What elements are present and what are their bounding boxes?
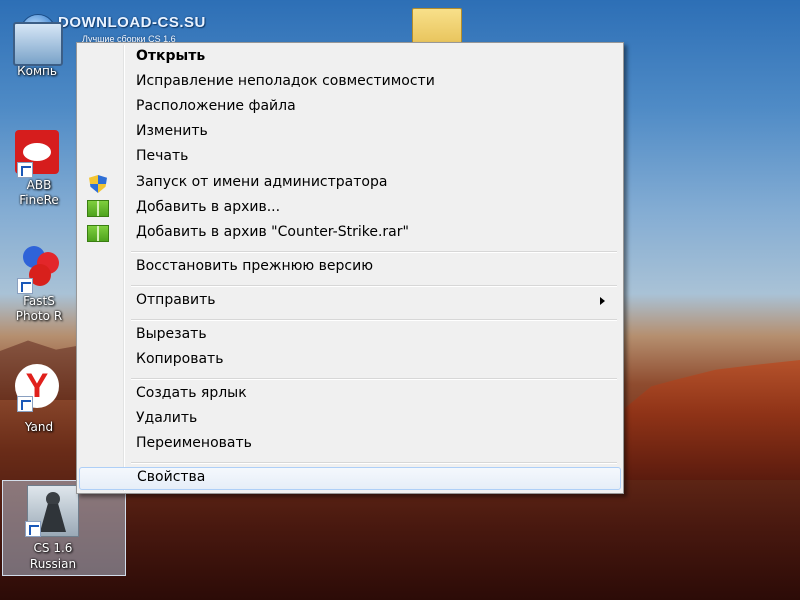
menu-item-label: Печать [136, 148, 189, 164]
menu-item-label: Запуск от имени администратора [136, 174, 388, 190]
menu-item-label: Вырезать [136, 326, 207, 342]
menu-item-properties[interactable]: Свойства [79, 467, 621, 490]
menu-item-label: Копировать [136, 351, 224, 367]
menu-item-label: Отправить [136, 292, 216, 308]
watermark-title: DOWNLOAD-CS.SU [58, 14, 206, 31]
menu-item-print[interactable]: Печать [79, 146, 621, 169]
faststone-icon [15, 246, 63, 294]
desktop-icon-label-2: Photo R [15, 309, 63, 323]
menu-item-send-to[interactable]: Отправить [79, 290, 621, 313]
uac-shield-icon [89, 175, 107, 193]
menu-item-label: Удалить [136, 410, 198, 426]
shortcut-arrow-icon [25, 521, 41, 537]
context-menu: Открыть Исправление неполадок совместимо… [76, 42, 624, 494]
menu-item-label: Свойства [137, 469, 206, 485]
desktop-icon-label-2: Russian [29, 557, 77, 571]
menu-item-label: Добавить в архив... [136, 199, 281, 215]
desktop-icon-counter-strike[interactable]: CS 1.6 Russian [2, 480, 126, 576]
menu-item-label: Создать ярлык [136, 385, 247, 401]
menu-item-open[interactable]: Открыть [79, 46, 621, 69]
desktop-icon-yandex[interactable]: Y Yand [2, 364, 76, 435]
desktop[interactable]: DOWNLOAD-CS.SU Лучшие сборки CS 1.6 Комп… [0, 0, 800, 600]
menu-item-rename[interactable]: Переименовать [79, 433, 621, 456]
menu-item-cut[interactable]: Вырезать [79, 324, 621, 347]
menu-separator [131, 378, 617, 380]
menu-item-add-to-archive[interactable]: Добавить в архив... [79, 197, 621, 220]
menu-item-label: Добавить в архив "Counter-Strike.rar" [136, 224, 409, 240]
desktop-icon-label: FastS [23, 294, 55, 308]
menu-item-open-file-location[interactable]: Расположение файла [79, 96, 621, 119]
desktop-icon-label: ABB [26, 178, 52, 192]
shortcut-arrow-icon [17, 278, 33, 294]
shortcut-arrow-icon [17, 162, 33, 178]
desktop-icon-label-2: FineRe [19, 193, 59, 207]
menu-item-restore-previous-versions[interactable]: Восстановить прежнюю версию [79, 256, 621, 279]
menu-item-edit[interactable]: Изменить [79, 121, 621, 144]
menu-separator [131, 285, 617, 287]
desktop-icon-label: CS 1.6 [33, 541, 73, 555]
menu-item-troubleshoot-compatibility[interactable]: Исправление неполадок совместимости [79, 71, 621, 94]
winrar-icon [87, 200, 109, 217]
desert-mesa-scenery [625, 360, 800, 480]
shortcut-arrow-icon [17, 396, 33, 412]
menu-item-label: Открыть [136, 48, 206, 64]
menu-item-label: Восстановить прежнюю версию [136, 258, 373, 274]
desktop-icon-faststone[interactable]: FastS Photo R [2, 246, 76, 324]
desktop-icon-label: Компь [17, 64, 57, 78]
menu-item-label: Изменить [136, 123, 208, 139]
menu-separator [131, 462, 617, 464]
menu-item-add-to-counter-strike-rar[interactable]: Добавить в архив "Counter-Strike.rar" [79, 222, 621, 245]
desktop-icon-label: Yand [24, 420, 54, 434]
menu-item-copy[interactable]: Копировать [79, 349, 621, 372]
menu-item-label: Переименовать [136, 435, 252, 451]
computer-icon [13, 22, 63, 66]
desktop-icon-abbyy[interactable]: ABB FineRe [2, 130, 76, 208]
menu-separator [131, 319, 617, 321]
menu-item-create-shortcut[interactable]: Создать ярлык [79, 383, 621, 406]
menu-item-delete[interactable]: Удалить [79, 408, 621, 431]
desktop-icon-computer[interactable]: Компь [0, 22, 74, 79]
winrar-icon [87, 225, 109, 242]
menu-item-label: Исправление неполадок совместимости [136, 73, 435, 89]
menu-separator [131, 251, 617, 253]
submenu-arrow-icon [600, 297, 605, 305]
menu-item-label: Расположение файла [136, 98, 296, 114]
menu-item-run-as-administrator[interactable]: Запуск от имени администратора [79, 172, 621, 195]
